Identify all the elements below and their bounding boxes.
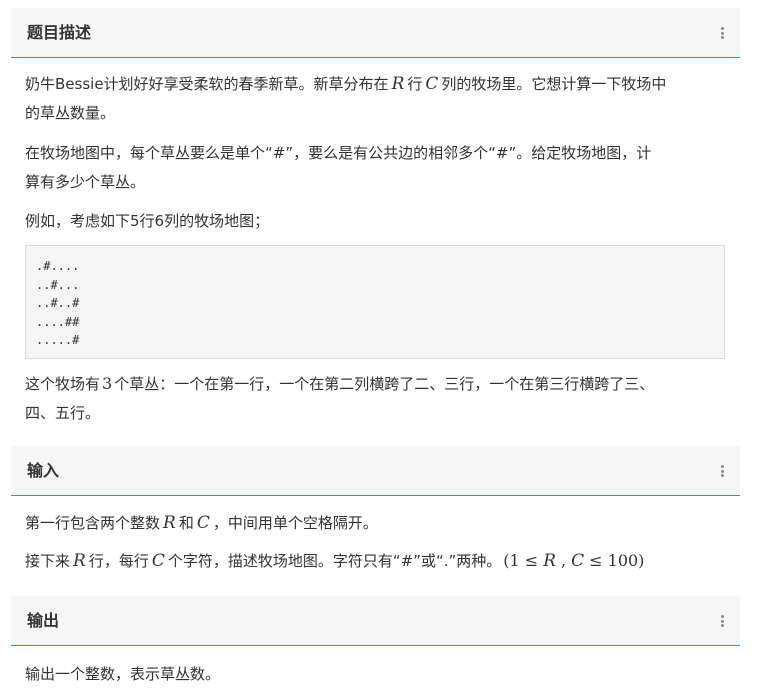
- description-paragraph-4: 这个牧场有 3 个草丛：一个在第一行，一个在第二列横跨了二、三行，一个在第三行横跨了…: [25, 374, 655, 422]
- var-r: R: [543, 551, 557, 571]
- var-c: C: [571, 551, 585, 571]
- description-title: 题目描述: [27, 23, 92, 42]
- more-vertical-icon[interactable]: [720, 615, 724, 627]
- code-line: ..#...: [36, 277, 80, 292]
- input-paragraph-1: 第一行包含两个整数 R 和 C ，中间用单个空格隔开。: [25, 513, 378, 533]
- description-header: 题目描述: [11, 8, 740, 58]
- var-c: C: [151, 551, 165, 571]
- var-c: C: [196, 513, 210, 533]
- code-line: .....#: [36, 333, 80, 347]
- input-paragraph-2: 接下来 R 行，每行 C 个字符，描述牧场地图。字符只有“#”或“.”两种。 (1 ≤ R,…: [25, 551, 645, 571]
- input-header: 输入: [11, 446, 740, 496]
- code-line: .#....: [36, 259, 80, 273]
- var-c: C: [425, 74, 439, 94]
- description-paragraph-1: 奶牛Bessie计划好好享受柔软的春季新草。新草分布在 R 行 C 列的牧场里。它想计算…: [25, 74, 667, 122]
- var-r: R: [163, 513, 176, 533]
- clump-count: 3: [102, 374, 113, 393]
- description-paragraph-2: 在牧场地图中，每个草丛要么是单个“#”，要么是有公共边的相邻多个“#”。给定牧场…: [25, 144, 652, 191]
- input-title: 输入: [27, 461, 60, 480]
- description-paragraph-3: 例如，考虑如下5行6列的牧场地图；: [25, 212, 270, 230]
- constraint-open: (1 ≤: [503, 551, 539, 570]
- output-paragraph-1: 输出一个整数，表示草丛数。: [25, 665, 221, 683]
- more-vertical-icon[interactable]: [720, 27, 724, 39]
- var-r: R: [391, 74, 405, 94]
- constraint-close: ≤ 100): [589, 551, 645, 570]
- pasture-map-code-block: .#.... ..#... ..#..# ....## .....#: [25, 245, 725, 359]
- code-line: ....##: [36, 314, 80, 329]
- constraint-comma: ,: [561, 551, 567, 570]
- output-header: 输出: [11, 596, 740, 646]
- var-r: R: [73, 551, 86, 571]
- code-line: ..#..#: [36, 296, 80, 310]
- output-title: 输出: [27, 611, 60, 630]
- more-vertical-icon[interactable]: [720, 465, 724, 477]
